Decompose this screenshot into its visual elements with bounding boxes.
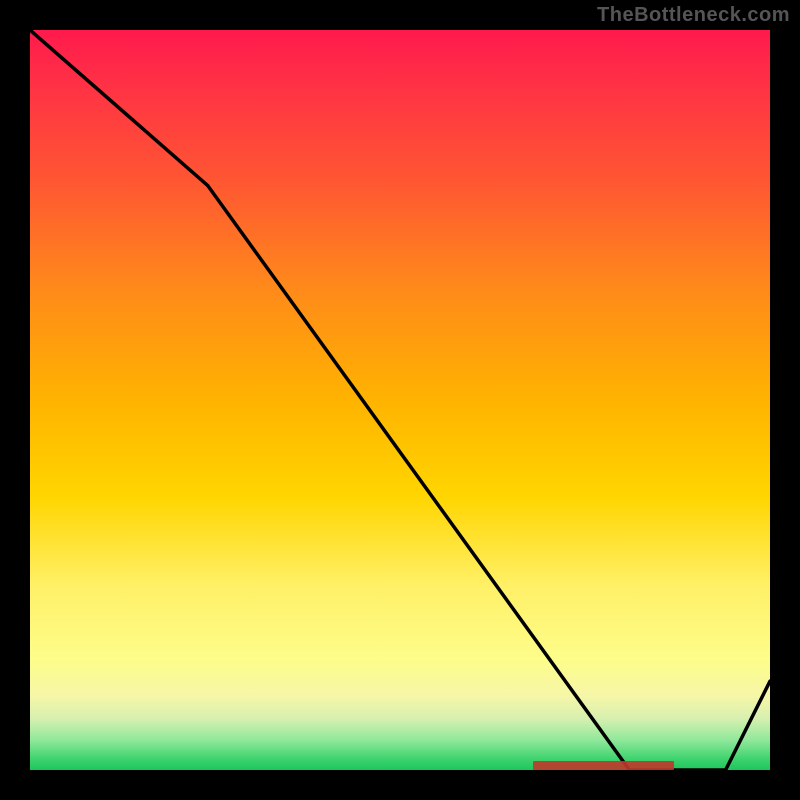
recommended-marker bbox=[533, 761, 674, 770]
watermark-label: TheBottleneck.com bbox=[597, 4, 790, 27]
chart-container: TheBottleneck.com bbox=[0, 0, 800, 800]
series-curve bbox=[30, 30, 770, 770]
plot-area bbox=[30, 30, 770, 770]
line-curve bbox=[30, 30, 770, 770]
